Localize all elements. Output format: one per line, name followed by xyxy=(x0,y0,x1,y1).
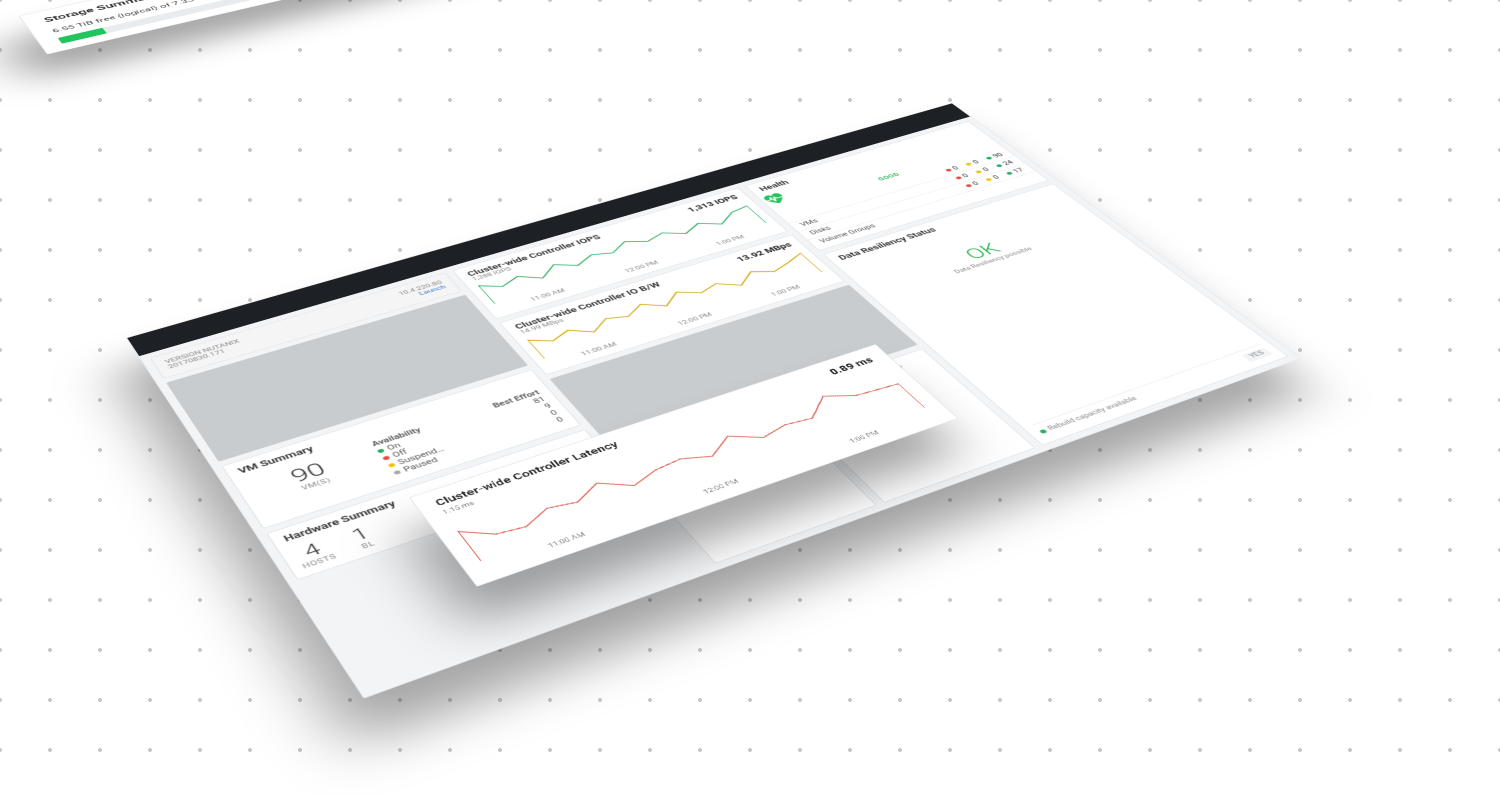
heart-icon xyxy=(758,190,791,206)
resiliency-yes: YES xyxy=(1242,347,1273,362)
scene: VERSION NUTANIX 20170830.171 10.4.220.80… xyxy=(100,58,1400,738)
resiliency-rebuild: Rebuild capacity available xyxy=(1046,395,1139,431)
